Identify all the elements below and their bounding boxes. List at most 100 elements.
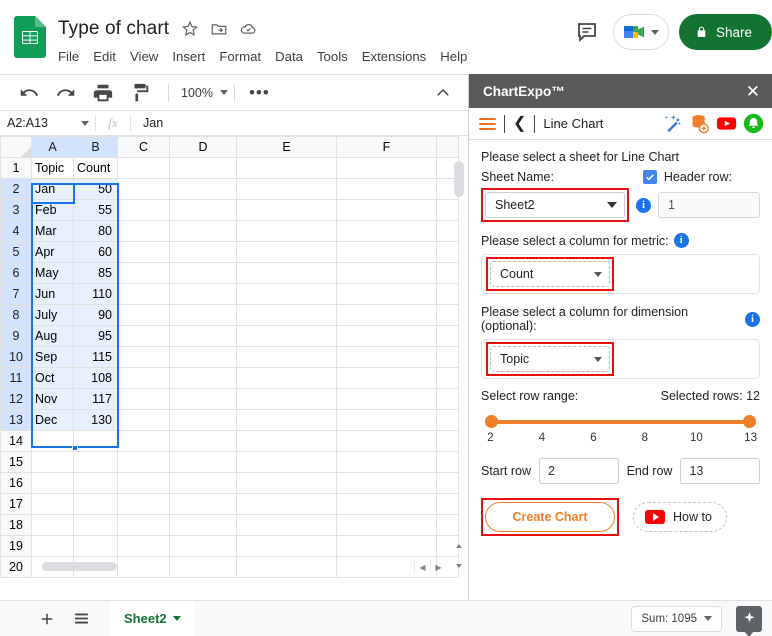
cell-topic[interactable]: July — [31, 304, 74, 326]
cell-count[interactable]: 108 — [73, 367, 118, 389]
hamburger-icon[interactable] — [479, 115, 496, 133]
cell-topic[interactable]: Topic — [31, 157, 74, 179]
cell-empty[interactable] — [117, 367, 170, 389]
cell-empty[interactable] — [117, 409, 170, 431]
scroll-up-icon[interactable] — [453, 540, 465, 552]
menu-tools[interactable]: Tools — [310, 47, 355, 66]
cell-count[interactable]: 60 — [73, 241, 118, 263]
header-row-checkbox[interactable] — [642, 170, 657, 184]
cell-empty[interactable] — [236, 514, 337, 536]
row-header[interactable]: 7 — [0, 283, 32, 305]
notification-bell-icon[interactable] — [743, 113, 764, 134]
cell-empty[interactable] — [236, 262, 337, 284]
cell-empty[interactable] — [236, 451, 337, 473]
cell-empty[interactable] — [117, 325, 170, 347]
cell-empty[interactable] — [169, 304, 237, 326]
cell-empty[interactable] — [236, 493, 337, 515]
slider-knob-end[interactable] — [743, 415, 756, 428]
cell-empty[interactable] — [336, 325, 437, 347]
column-header-a[interactable]: A — [31, 136, 74, 158]
cell-empty[interactable] — [236, 157, 337, 179]
cell-empty[interactable] — [336, 199, 437, 221]
cell-empty[interactable] — [169, 535, 237, 557]
paint-format-icon[interactable] — [129, 82, 151, 104]
cell-topic[interactable]: Oct — [31, 367, 74, 389]
cell-empty[interactable] — [117, 472, 170, 494]
row-header[interactable]: 2 — [0, 178, 32, 200]
row-header[interactable]: 10 — [0, 346, 32, 368]
cell-count[interactable] — [73, 451, 118, 473]
cell-topic[interactable]: Apr — [31, 241, 74, 263]
row-header[interactable]: 19 — [0, 535, 32, 557]
cell-topic[interactable] — [31, 472, 74, 494]
cell-empty[interactable] — [117, 535, 170, 557]
print-icon[interactable] — [92, 82, 114, 104]
cell-empty[interactable] — [236, 283, 337, 305]
cell-topic[interactable] — [31, 430, 74, 452]
create-chart-button[interactable]: Create Chart — [485, 502, 615, 532]
cell-empty[interactable] — [336, 367, 437, 389]
sheet-tab-sheet2[interactable]: Sheet2 — [110, 600, 195, 636]
row-header[interactable]: 18 — [0, 514, 32, 536]
cell-empty[interactable] — [336, 409, 437, 431]
menu-file[interactable]: File — [58, 47, 86, 66]
menu-edit[interactable]: Edit — [86, 47, 123, 66]
cell-empty[interactable] — [336, 241, 437, 263]
more-tools-button[interactable]: ••• — [249, 83, 270, 103]
cell-empty[interactable] — [117, 262, 170, 284]
dimension-dropzone[interactable]: Topic — [481, 339, 760, 379]
dimension-info-icon[interactable]: i — [745, 311, 760, 327]
cell-count[interactable]: 85 — [73, 262, 118, 284]
row-header[interactable]: 5 — [0, 241, 32, 263]
cell-empty[interactable] — [236, 220, 337, 242]
magic-wand-icon[interactable] — [662, 113, 683, 134]
row-header[interactable]: 9 — [0, 325, 32, 347]
comment-icon[interactable] — [575, 20, 599, 44]
row-header[interactable]: 3 — [0, 199, 32, 221]
row-range-slider[interactable] — [485, 415, 756, 429]
dimension-select[interactable]: Topic — [490, 346, 610, 372]
cell-empty[interactable] — [336, 430, 437, 452]
youtube-icon[interactable] — [716, 113, 737, 134]
cell-empty[interactable] — [169, 493, 237, 515]
cell-empty[interactable] — [236, 388, 337, 410]
explore-icon[interactable] — [736, 605, 762, 632]
cell-empty[interactable] — [336, 262, 437, 284]
cell-topic[interactable]: Mar — [31, 220, 74, 242]
cell-empty[interactable] — [117, 304, 170, 326]
row-header[interactable]: 8 — [0, 304, 32, 326]
cell-empty[interactable] — [236, 178, 337, 200]
cell-count[interactable]: 55 — [73, 199, 118, 221]
cell-empty[interactable] — [117, 283, 170, 305]
zoom-control[interactable]: 100% — [177, 86, 232, 100]
cell-empty[interactable] — [117, 346, 170, 368]
cell-topic[interactable] — [31, 451, 74, 473]
cell-count[interactable]: 80 — [73, 220, 118, 242]
column-header-g[interactable] — [436, 136, 459, 158]
cell-empty[interactable] — [169, 346, 237, 368]
cell-count[interactable]: 50 — [73, 178, 118, 200]
cell-empty[interactable] — [117, 514, 170, 536]
cell-empty[interactable] — [169, 178, 237, 200]
cell-empty[interactable] — [117, 241, 170, 263]
row-header[interactable]: 17 — [0, 493, 32, 515]
column-header-e[interactable]: E — [236, 136, 337, 158]
cell-empty[interactable] — [336, 304, 437, 326]
menu-format[interactable]: Format — [212, 47, 268, 66]
column-header-b[interactable]: B — [73, 136, 118, 158]
cell-count[interactable]: Count — [73, 157, 118, 179]
fill-handle[interactable] — [72, 445, 78, 451]
cell-empty[interactable] — [236, 409, 337, 431]
cell-empty[interactable] — [169, 388, 237, 410]
star-icon[interactable] — [181, 20, 199, 38]
cell-empty[interactable] — [117, 430, 170, 452]
data-source-add-icon[interactable] — [689, 113, 710, 134]
vertical-scroll-thumb[interactable] — [454, 161, 464, 197]
cell-empty[interactable] — [236, 535, 337, 557]
cell-topic[interactable]: Jan — [31, 178, 74, 200]
cell-count[interactable]: 130 — [73, 409, 118, 431]
cell-count[interactable]: 117 — [73, 388, 118, 410]
cell-empty[interactable] — [169, 367, 237, 389]
cell-empty[interactable] — [336, 178, 437, 200]
select-all-corner[interactable] — [0, 136, 32, 158]
